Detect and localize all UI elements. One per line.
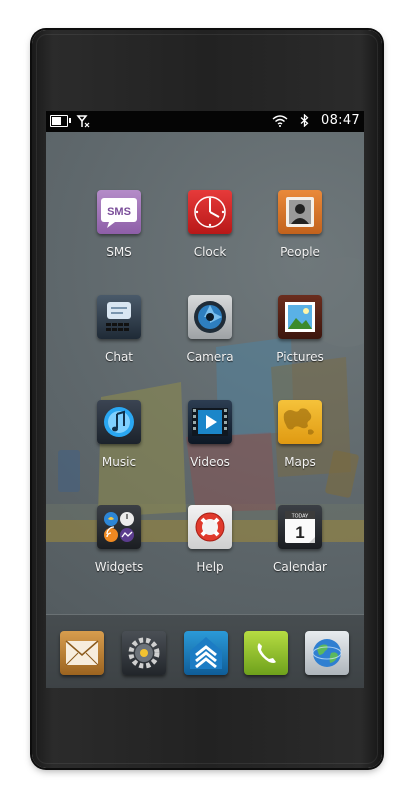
app-pictures[interactable]: Pictures (255, 287, 345, 377)
app-widgets[interactable]: Widgets (74, 497, 164, 587)
svg-text:1: 1 (295, 523, 304, 542)
app-label: Help (196, 560, 224, 574)
wifi-icon (272, 114, 288, 127)
app-label: Calendar (273, 560, 327, 574)
settings-icon[interactable] (122, 631, 166, 675)
app-calendar[interactable]: TODAY 1 Calendar (255, 497, 345, 587)
app-help[interactable]: Help (165, 497, 255, 587)
chat-icon (97, 295, 141, 339)
help-icon (188, 505, 232, 549)
pictures-icon (278, 295, 322, 339)
browser-icon[interactable] (305, 631, 349, 675)
maps-icon (278, 400, 322, 444)
launcher-icon[interactable] (184, 631, 228, 675)
app-people[interactable]: People (255, 182, 345, 272)
app-label: Music (101, 455, 137, 469)
sms-icon: SMS (97, 190, 141, 234)
app-label: Chat (104, 350, 134, 364)
app-camera[interactable]: Camera (165, 287, 255, 377)
camera-icon (188, 295, 232, 339)
app-label: Videos (190, 455, 230, 469)
app-label: People (280, 245, 320, 259)
app-label: Clock (193, 245, 227, 259)
app-sms[interactable]: SMS SMS (74, 182, 164, 272)
bluetooth-icon (300, 114, 309, 127)
phone-screen: 08:47 SMS SMS Clock People Chat Camera P… (46, 111, 364, 688)
app-label: Pictures (276, 350, 324, 364)
app-clock[interactable]: Clock (165, 182, 255, 272)
clock-time: 08:47 (321, 113, 360, 128)
widgets-icon (97, 505, 141, 549)
app-label: Camera (186, 350, 234, 364)
app-label: Widgets (94, 560, 144, 574)
email-icon[interactable] (60, 631, 104, 675)
battery-icon (50, 115, 71, 127)
videos-icon (188, 400, 232, 444)
dock (46, 614, 364, 688)
people-icon (278, 190, 322, 234)
app-label: Maps (284, 455, 316, 469)
svg-text:TODAY: TODAY (292, 514, 309, 520)
app-maps[interactable]: Maps (255, 392, 345, 482)
app-label: SMS (106, 245, 132, 259)
phone-icon[interactable] (244, 631, 288, 675)
calendar-icon: TODAY 1 (278, 505, 322, 549)
music-icon (97, 400, 141, 444)
app-chat[interactable]: Chat (74, 287, 164, 377)
app-videos[interactable]: Videos (165, 392, 255, 482)
clock-icon (188, 190, 232, 234)
signal-off-icon (76, 114, 90, 128)
svg-text:SMS: SMS (107, 206, 131, 218)
status-bar: 08:47 (46, 111, 364, 132)
app-grid: SMS SMS Clock People Chat Camera Picture… (46, 132, 364, 614)
app-music[interactable]: Music (74, 392, 164, 482)
